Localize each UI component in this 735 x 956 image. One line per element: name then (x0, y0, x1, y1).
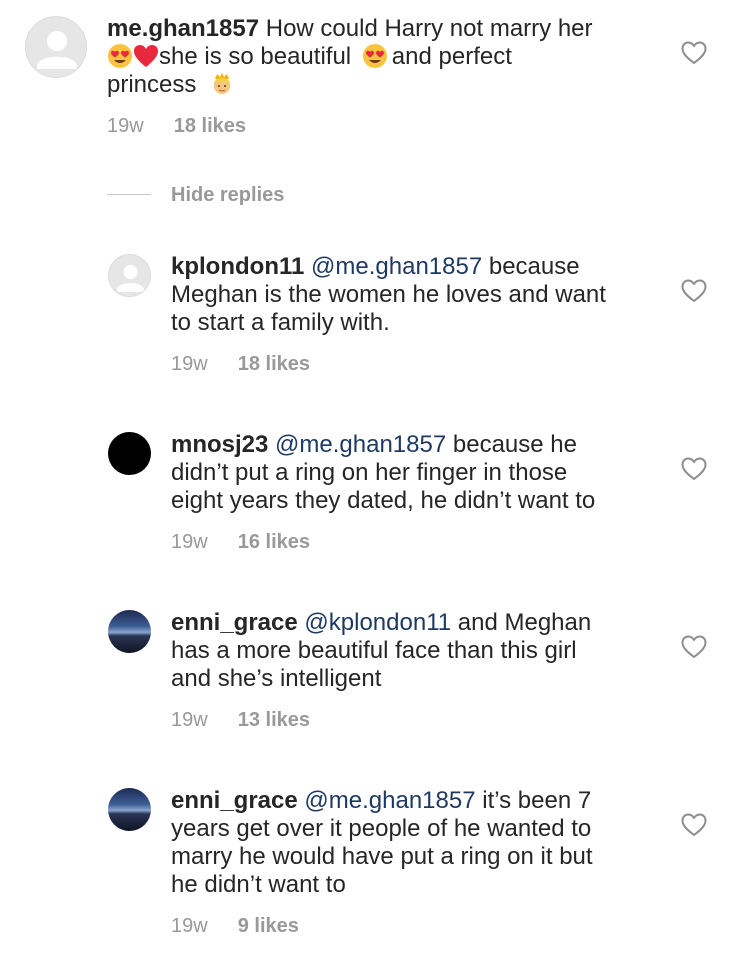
reply-username[interactable]: kplondon11 (171, 253, 304, 280)
reply-text: enni_grace @me.ghan1857 it’s been 7 year… (171, 787, 651, 899)
comment-username[interactable]: me.ghan1857 (107, 15, 259, 42)
reply-time[interactable]: 19w (171, 709, 208, 731)
avatar[interactable] (108, 254, 151, 297)
reply-text-line1: because (488, 253, 580, 280)
avatar[interactable] (108, 788, 151, 831)
comment-meta: 19w 18 likes (107, 114, 246, 138)
reply-meta: 19w 13 likes (171, 708, 310, 732)
reply-username[interactable]: enni_grace (171, 787, 298, 814)
reply-text-line2: Meghan is the women he loves and want (171, 281, 606, 308)
reply-text-line2: has a more beautiful face than this girl (171, 637, 577, 664)
reply-text-line3: eight years they dated, he didn’t want t… (171, 487, 596, 514)
hide-replies-divider (107, 194, 151, 195)
reply-likes[interactable]: 9 likes (238, 915, 299, 937)
reply-text-line2: years get over it people of he wanted to (171, 815, 592, 842)
reply-mention[interactable]: @me.ghan1857 (275, 431, 446, 458)
reply-time[interactable]: 19w (171, 353, 208, 375)
reply-username[interactable]: mnosj23 (171, 431, 268, 458)
princess-emoji-icon (214, 73, 231, 94)
red-heart-emoji-icon (134, 45, 158, 67)
comment-text-line2b: and perfect (391, 43, 512, 70)
reply-meta: 19w 16 likes (171, 530, 310, 554)
heart-icon[interactable] (681, 457, 707, 481)
reply-text: kplondon11 @me.ghan1857 because Meghan i… (171, 253, 651, 337)
reply-text-line3: marry he would have put a ring on it but (171, 843, 593, 870)
heart-icon[interactable] (681, 635, 707, 659)
reply-text-line1: and Meghan (457, 609, 592, 636)
comment-likes[interactable]: 18 likes (174, 115, 246, 137)
reply-mention[interactable]: @me.ghan1857 (304, 787, 475, 814)
avatar[interactable] (25, 16, 87, 78)
default-avatar-icon (117, 265, 144, 292)
reply-text-line1: it’s been 7 (482, 787, 592, 814)
reply-text-line3: to start a family with. (171, 309, 390, 336)
heart-eyes-emoji-icon (362, 44, 387, 68)
heart-icon[interactable] (681, 279, 707, 303)
reply-meta: 19w 18 likes (171, 352, 310, 376)
heart-icon[interactable] (681, 41, 707, 65)
reply-time[interactable]: 19w (171, 531, 208, 553)
reply-mention[interactable]: @kplondon11 (304, 609, 451, 636)
reply-text: mnosj23 @me.ghan1857 because he didn’t p… (171, 431, 651, 515)
comment-text-line2a: she is so beautiful (159, 43, 352, 70)
reply-text-line1: because he (452, 431, 577, 458)
reply-meta: 19w 9 likes (171, 914, 299, 938)
reply-likes[interactable]: 16 likes (238, 531, 310, 553)
comment-text-line3: princess (107, 71, 197, 98)
heart-icon[interactable] (681, 813, 707, 837)
reply-text-line4: he didn’t want to (171, 871, 346, 898)
reply-text: enni_grace @kplondon11 and Meghan has a … (171, 609, 651, 693)
heart-eyes-emoji-icon (108, 44, 132, 68)
reply-username[interactable]: enni_grace (171, 609, 298, 636)
default-avatar-icon (37, 31, 77, 69)
avatar[interactable] (108, 610, 151, 653)
reply-text-line2: didn’t put a ring on her finger in those (171, 459, 568, 486)
reply-likes[interactable]: 18 likes (238, 353, 310, 375)
hide-replies-button[interactable]: Hide replies (171, 183, 284, 207)
comment-text: me.ghan1857 How could Harry not marry he… (107, 15, 667, 99)
reply-mention[interactable]: @me.ghan1857 (311, 253, 482, 280)
avatar[interactable] (108, 432, 151, 475)
reply-text-line3: and she’s intelligent (171, 665, 382, 692)
reply-likes[interactable]: 13 likes (238, 709, 310, 731)
comment-text-line1: How could Harry not marry her (265, 15, 593, 42)
comment-time[interactable]: 19w (107, 115, 144, 137)
reply-time[interactable]: 19w (171, 915, 208, 937)
